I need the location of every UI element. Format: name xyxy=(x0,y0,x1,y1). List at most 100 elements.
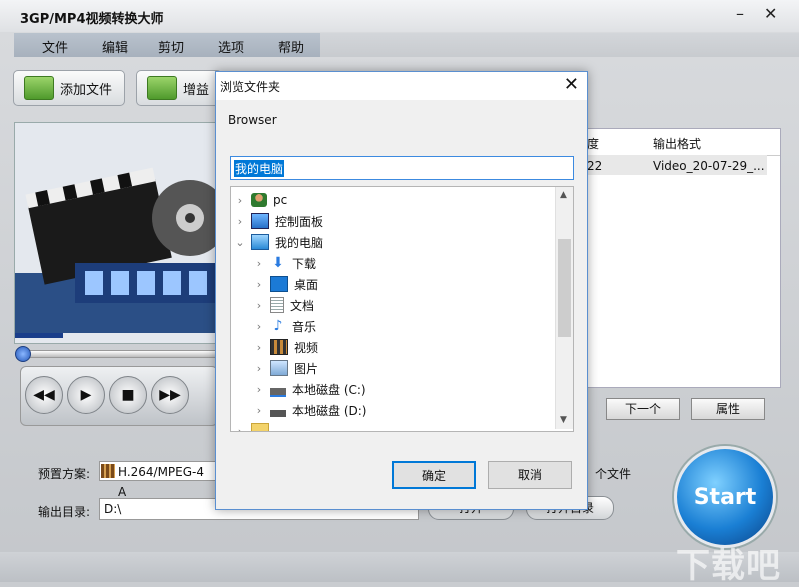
fast-forward-icon[interactable]: ▶▶ xyxy=(151,376,189,414)
menu-bar: 文件 编辑 剪切 选项 帮助 xyxy=(14,33,320,57)
tree-item-disk-d[interactable]: › 本地磁盘 (D:) xyxy=(254,400,366,420)
minimize-icon[interactable]: – xyxy=(736,4,744,23)
add-file-button[interactable]: 添加文件 xyxy=(13,70,125,106)
menu-cut[interactable]: 剪切 xyxy=(158,37,184,56)
disk-c-icon xyxy=(270,381,286,397)
watermark: 下载吧 xyxy=(676,546,781,586)
tree-item-videos[interactable]: › 视频 xyxy=(254,337,318,357)
chevron-right-icon[interactable]: › xyxy=(254,341,264,354)
scrollbar-thumb[interactable] xyxy=(558,239,571,337)
film-icon xyxy=(101,464,115,478)
tree-item-label: 图片 xyxy=(294,361,319,376)
row-output-format-cell: Video_20-07-29_... xyxy=(653,159,765,173)
chevron-right-icon[interactable]: › xyxy=(235,215,245,228)
chevron-right-icon[interactable]: › xyxy=(254,257,264,270)
column-progress[interactable]: 度 xyxy=(587,135,599,152)
chevron-right-icon[interactable]: › xyxy=(254,362,264,375)
ok-button[interactable]: 确定 xyxy=(392,461,476,489)
enhance-icon xyxy=(147,76,177,100)
tree-item-pc[interactable]: › pc xyxy=(235,190,287,210)
tree-item-label: 桌面 xyxy=(294,277,319,292)
tree-item-downloads[interactable]: › ⬇ 下载 xyxy=(254,253,316,273)
menu-help[interactable]: 帮助 xyxy=(278,37,304,56)
desktop-icon xyxy=(270,276,288,292)
tree-item-desktop[interactable]: › 桌面 xyxy=(254,274,318,294)
stop-icon[interactable]: ■ xyxy=(109,376,147,414)
tree-item-documents[interactable]: › 文档 xyxy=(254,295,314,315)
tree-item-label: pc xyxy=(273,193,288,207)
chevron-down-icon[interactable]: ⌄ xyxy=(235,236,245,249)
list-header: 度 输出格式 xyxy=(587,129,780,156)
folder-tree[interactable]: › pc › 控制面板 ⌄ 我的电脑 › ⬇ 下载 › 桌面 › 文档 › ♪ … xyxy=(230,186,574,432)
enhance-label: 增益 xyxy=(183,82,210,98)
per-file-text: 个文件 xyxy=(595,467,632,481)
chevron-right-icon[interactable]: › xyxy=(254,383,264,396)
preset-select[interactable]: H.264/MPEG-4 A xyxy=(99,461,217,499)
seek-handle[interactable] xyxy=(15,346,31,362)
download-icon: ⬇ xyxy=(272,255,284,271)
selected-folder-field[interactable]: 我的电脑 xyxy=(230,156,574,180)
tree-item-folder[interactable]: › xyxy=(235,421,275,432)
tree-item-label: 文档 xyxy=(290,298,315,313)
cancel-button[interactable]: 取消 xyxy=(488,461,572,489)
tree-item-my-computer[interactable]: ⌄ 我的电脑 xyxy=(235,232,323,252)
chevron-right-icon[interactable]: › xyxy=(235,194,245,207)
properties-button[interactable]: 属性 xyxy=(691,398,765,420)
close-icon[interactable]: ✕ xyxy=(564,74,579,95)
browse-folder-dialog: 浏览文件夹 ✕ Browser 我的电脑 › pc › 控制面板 ⌄ 我的电脑 … xyxy=(215,71,588,510)
app-title: 3GP/MP4视频转换大师 xyxy=(20,12,164,27)
next-button[interactable]: 下一个 xyxy=(606,398,680,420)
add-file-label: 添加文件 xyxy=(60,82,113,98)
clapperboard-film-image xyxy=(15,123,217,343)
chevron-right-icon[interactable]: › xyxy=(254,404,264,417)
tree-item-control-panel[interactable]: › 控制面板 xyxy=(235,211,323,231)
control-panel-icon xyxy=(251,213,269,229)
chevron-right-icon[interactable]: › xyxy=(235,425,245,432)
folder-icon xyxy=(251,423,269,431)
preset-label: 预置方案: xyxy=(38,467,91,481)
user-icon xyxy=(251,193,267,207)
video-icon xyxy=(270,339,288,355)
chevron-right-icon[interactable]: › xyxy=(254,299,264,312)
tree-item-label: 视频 xyxy=(294,340,319,355)
title-bar: 3GP/MP4视频转换大师 – ✕ xyxy=(0,0,799,32)
menu-bar-filler xyxy=(320,33,799,57)
computer-icon xyxy=(251,234,269,250)
tree-item-label: 控制面板 xyxy=(275,214,324,229)
chevron-right-icon[interactable]: › xyxy=(254,320,264,333)
rewind-icon[interactable]: ◀◀ xyxy=(25,376,63,414)
tree-item-pictures[interactable]: › 图片 xyxy=(254,358,318,378)
column-output-format[interactable]: 输出格式 xyxy=(653,135,701,152)
file-list[interactable]: 度 输出格式 22 Video_20-07-29_... xyxy=(586,128,781,388)
picture-icon xyxy=(270,360,288,376)
selected-folder-text: 我的电脑 xyxy=(234,160,285,177)
scroll-up-icon[interactable]: ▲ xyxy=(560,190,567,200)
tree-item-label: 我的电脑 xyxy=(275,235,324,250)
disk-d-icon xyxy=(270,403,286,417)
tree-scrollbar[interactable]: ▲ ▼ xyxy=(555,187,573,429)
document-icon xyxy=(270,297,284,313)
tree-item-disk-c[interactable]: › 本地磁盘 (C:) xyxy=(254,379,366,399)
tree-item-label: 本地磁盘 (D:) xyxy=(292,403,367,418)
scroll-down-icon[interactable]: ▼ xyxy=(560,415,567,425)
tree-item-label: 音乐 xyxy=(292,319,317,334)
enhance-button[interactable]: 增益 xyxy=(136,70,222,106)
chevron-right-icon[interactable]: › xyxy=(254,278,264,291)
start-button[interactable]: Start xyxy=(674,446,776,548)
dialog-description: Browser xyxy=(228,113,277,127)
music-icon: ♪ xyxy=(273,318,283,334)
close-icon[interactable]: ✕ xyxy=(764,4,777,23)
tree-item-label: 本地磁盘 (C:) xyxy=(292,382,366,397)
row-progress-cell: 22 xyxy=(587,159,603,173)
tree-item-label: 下载 xyxy=(292,256,317,271)
video-preview xyxy=(14,122,218,344)
menu-edit[interactable]: 编辑 xyxy=(102,37,128,56)
menu-file[interactable]: 文件 xyxy=(42,37,68,56)
menu-options[interactable]: 选项 xyxy=(218,37,244,56)
tree-item-music[interactable]: › ♪ 音乐 xyxy=(254,316,316,336)
seek-slider[interactable] xyxy=(15,346,218,362)
dialog-title: 浏览文件夹 xyxy=(220,80,281,94)
add-file-icon xyxy=(24,76,54,100)
dialog-title-bar: 浏览文件夹 ✕ xyxy=(216,72,587,100)
play-icon[interactable]: ▶ xyxy=(67,376,105,414)
